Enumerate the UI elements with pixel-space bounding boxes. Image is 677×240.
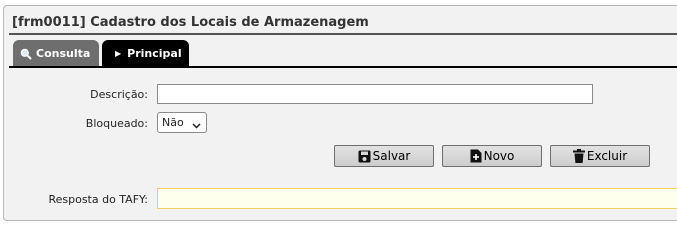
search-icon — [20, 48, 32, 60]
tafy-response-field[interactable] — [157, 188, 677, 209]
delete-button-label: Excluir — [586, 149, 628, 163]
trash-icon — [572, 149, 587, 163]
tab-consulta[interactable]: Consulta — [13, 40, 99, 67]
save-button-label: Salvar — [372, 149, 411, 163]
chevron-down-icon — [192, 119, 201, 132]
tab-divider — [9, 66, 677, 68]
bloqueado-label: Bloqueado: — [85, 117, 148, 130]
new-document-icon — [470, 149, 484, 163]
new-button[interactable]: Novo — [442, 145, 542, 167]
save-icon — [358, 150, 373, 163]
delete-button[interactable]: Excluir — [550, 145, 650, 167]
tab-consulta-label: Consulta — [36, 47, 91, 60]
descricao-input[interactable] — [157, 84, 593, 104]
new-button-label: Novo — [483, 149, 515, 163]
title-divider — [9, 33, 677, 35]
bloqueado-value: Não — [162, 116, 184, 129]
descricao-label: Descrição: — [90, 88, 148, 101]
tab-principal[interactable]: ▶ Principal — [102, 40, 189, 67]
bloqueado-select[interactable]: Não — [157, 112, 207, 133]
page-title: [frm0011] Cadastro dos Locais de Armazen… — [12, 15, 369, 30]
tab-principal-label: Principal — [127, 47, 182, 60]
caret-right-icon: ▶ — [115, 49, 122, 58]
tafy-label: Resposta do TAFY: — [48, 193, 148, 206]
save-button[interactable]: Salvar — [334, 145, 434, 167]
